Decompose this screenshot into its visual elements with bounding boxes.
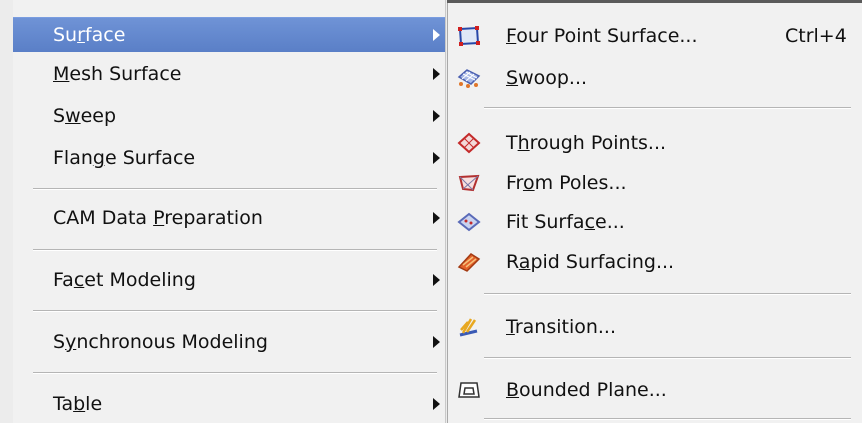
menu-item-four-point-surface[interactable]: Four Point Surface... Ctrl+4 xyxy=(448,19,862,53)
menu-separator xyxy=(33,372,437,374)
menu-item-label: Sweep xyxy=(53,105,117,127)
transition-icon xyxy=(457,316,481,338)
menu-item-label: Fit Surface... xyxy=(506,211,625,233)
menu-top-edge xyxy=(447,0,862,3)
submenu-arrow-icon xyxy=(433,398,440,410)
surface-submenu: Four Point Surface... Ctrl+4 Swoop... Th… xyxy=(447,0,862,423)
menu-item-rapid-surfacing[interactable]: Rapid Surfacing... xyxy=(448,245,862,279)
from-poles-icon xyxy=(457,172,481,194)
submenu-arrow-icon xyxy=(433,152,440,164)
menu-item-bounded-plane[interactable]: Bounded Plane... xyxy=(448,373,862,407)
menu-separator xyxy=(484,107,851,109)
menu-item-through-points[interactable]: Through Points... xyxy=(448,126,862,160)
menu-item-swoop[interactable]: Swoop... xyxy=(448,61,862,95)
menu-separator xyxy=(484,418,851,420)
menu-item-flange-surface[interactable]: Flange Surface xyxy=(13,141,445,175)
submenu-arrow-icon xyxy=(433,336,440,348)
fit-surface-icon xyxy=(457,211,481,233)
menu-item-sweep[interactable]: Sweep xyxy=(13,99,445,133)
insert-surface-menu: Surface Mesh Surface Sweep Flange Surfac… xyxy=(13,0,446,423)
menu-item-label: Transition... xyxy=(506,316,617,338)
menu-item-table[interactable]: Table xyxy=(13,387,445,421)
menu-separator xyxy=(484,357,851,359)
menu-item-label: Swoop... xyxy=(506,67,588,89)
menu-item-label: Rapid Surfacing... xyxy=(506,251,675,273)
menu-item-label: Through Points... xyxy=(506,132,667,154)
menu-item-label: Four Point Surface... xyxy=(506,25,698,47)
submenu-arrow-icon xyxy=(433,29,440,41)
menu-separator xyxy=(33,249,437,251)
menu-item-surface[interactable]: Surface xyxy=(13,17,445,52)
submenu-arrow-icon xyxy=(433,68,440,80)
menu-item-mesh-surface[interactable]: Mesh Surface xyxy=(13,57,445,91)
menu-item-synchronous-modeling[interactable]: Synchronous Modeling xyxy=(13,325,445,359)
menu-item-label: From Poles... xyxy=(506,172,627,194)
menu-item-label: Surface xyxy=(53,24,126,46)
menu-item-label: CAM Data Preparation xyxy=(53,207,263,229)
menu-item-label: Table xyxy=(53,393,103,415)
menu-item-label: Facet Modeling xyxy=(53,269,196,291)
menu-separator xyxy=(484,293,851,295)
menu-separator xyxy=(33,188,437,190)
menu-item-label: Bounded Plane... xyxy=(506,379,667,401)
submenu-arrow-icon xyxy=(433,110,440,122)
menu-item-from-poles[interactable]: From Poles... xyxy=(448,166,862,200)
menu-item-cam-data-preparation[interactable]: CAM Data Preparation xyxy=(13,201,445,235)
shortcut-label: Ctrl+4 xyxy=(785,25,847,47)
swoop-icon xyxy=(457,67,481,89)
menu-item-fit-surface[interactable]: Fit Surface... xyxy=(448,205,862,239)
submenu-arrow-icon xyxy=(433,274,440,286)
bounded-plane-icon xyxy=(457,379,481,401)
menu-item-label: Mesh Surface xyxy=(53,63,182,85)
menu-separator xyxy=(33,310,437,312)
menu-item-facet-modeling[interactable]: Facet Modeling xyxy=(13,263,445,297)
submenu-arrow-icon xyxy=(433,212,440,224)
menu-item-transition[interactable]: Transition... xyxy=(448,310,862,344)
through-points-icon xyxy=(457,132,481,154)
rapid-surfacing-icon xyxy=(457,251,481,273)
menu-item-label: Flange Surface xyxy=(53,147,196,169)
four-point-surface-icon xyxy=(457,25,481,47)
menu-item-label: Synchronous Modeling xyxy=(53,331,268,353)
